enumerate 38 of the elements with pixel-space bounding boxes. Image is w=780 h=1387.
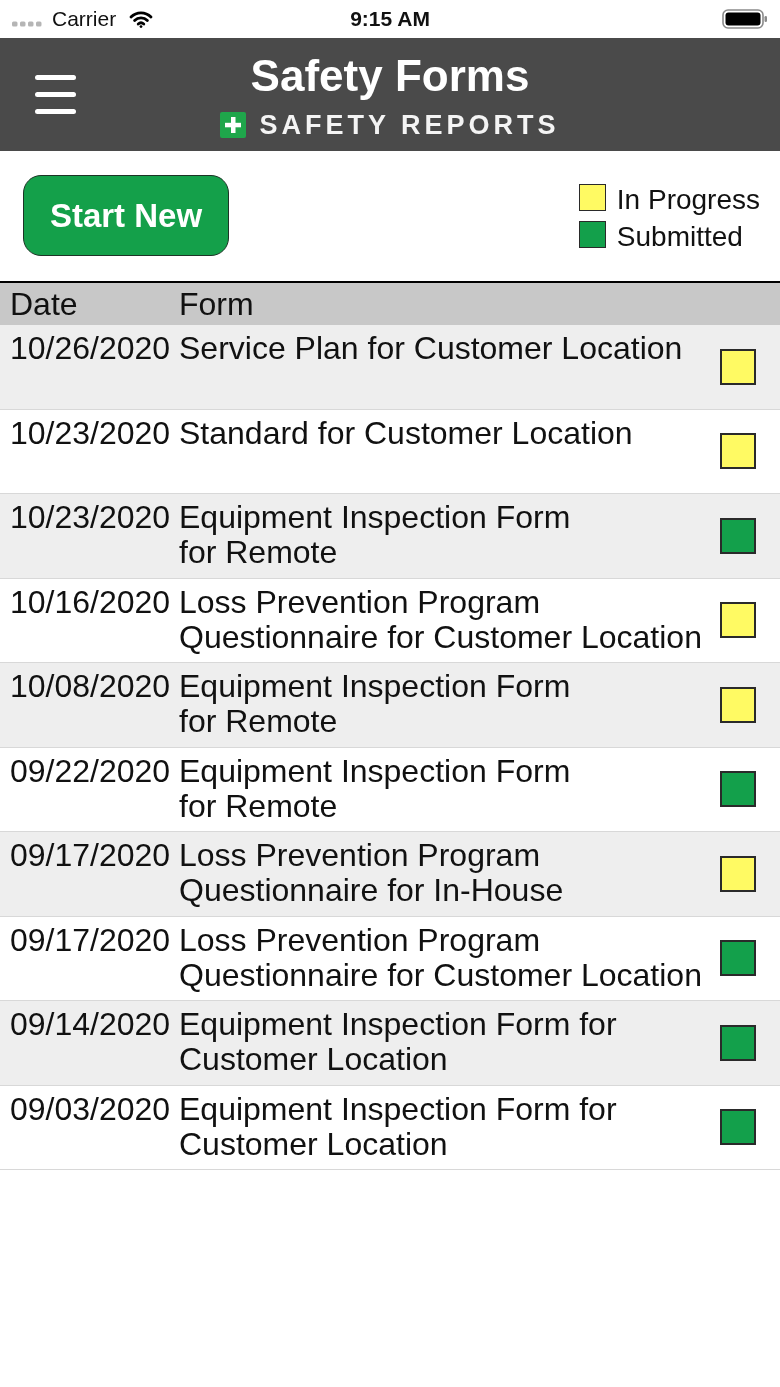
- table-row[interactable]: 09/14/2020 Equipment Inspection Form for Customer Location: [0, 1001, 780, 1086]
- logo-text: SAFETY REPORTS: [259, 112, 560, 138]
- status-time: 9:15 AM: [350, 7, 430, 31]
- form-name-cell: Loss Prevention Program Questionnaire for Customer Location: [179, 921, 702, 993]
- table-row[interactable]: 10/23/2020 Equipment Inspection Form for Remote: [0, 494, 780, 579]
- date-cell: 09/17/2020: [10, 837, 171, 873]
- form-name-cell: Equipment Inspection Form for Remote: [179, 752, 571, 824]
- date-cell: 09/17/2020: [10, 921, 171, 958]
- date-cell: 10/16/2020: [10, 583, 171, 620]
- signal-icon: [12, 21, 42, 27]
- table-row[interactable]: 09/17/2020 Loss Prevention Program Questionnaire for In-House: [0, 832, 780, 917]
- form-name-cell: Loss Prevention Program Questionnaire for Customer Location: [179, 583, 702, 655]
- form-name-cell: Equipment Inspection Form for Remote: [179, 668, 571, 739]
- form-name-cell: Service Plan for Customer Location: [179, 330, 683, 366]
- form-name-cell: Equipment Inspection Form for Remote: [179, 499, 571, 570]
- date-cell: 10/23/2020: [10, 499, 171, 535]
- form-name-cell: Equipment Inspection Form for Customer Location: [179, 1006, 617, 1077]
- form-name-cell: Equipment Inspection Form for Customer Location: [179, 1090, 617, 1162]
- table-row[interactable]: 10/08/2020 Equipment Inspection Form for Remote: [0, 663, 780, 748]
- date-cell: 09/03/2020: [10, 1090, 171, 1127]
- date-cell: 10/26/2020: [10, 330, 171, 366]
- wifi-icon: [129, 10, 154, 28]
- legend-label: Submitted: [616, 220, 743, 253]
- page-title: Safety Forms: [250, 52, 530, 100]
- date-cell: 09/22/2020: [10, 752, 171, 789]
- carrier-name: Carrier: [52, 7, 117, 31]
- column-header: Date: [9, 286, 79, 322]
- column-header: Form: [179, 286, 254, 322]
- battery-icon: [722, 9, 768, 29]
- form-name-cell: Loss Prevention Program Questionnaire for In-House: [179, 837, 564, 908]
- table-row[interactable]: 10/26/2020 Service Plan for Customer Location: [0, 325, 780, 410]
- date-cell: 10/08/2020: [10, 668, 171, 704]
- form-name-cell: Standard for Customer Location: [179, 414, 633, 451]
- plus-icon: [220, 112, 247, 138]
- date-cell: 10/23/2020: [10, 414, 171, 451]
- date-cell: 09/14/2020: [10, 1006, 171, 1042]
- legend-label: In Progress: [616, 183, 760, 216]
- menu-icon[interactable]: [35, 75, 76, 114]
